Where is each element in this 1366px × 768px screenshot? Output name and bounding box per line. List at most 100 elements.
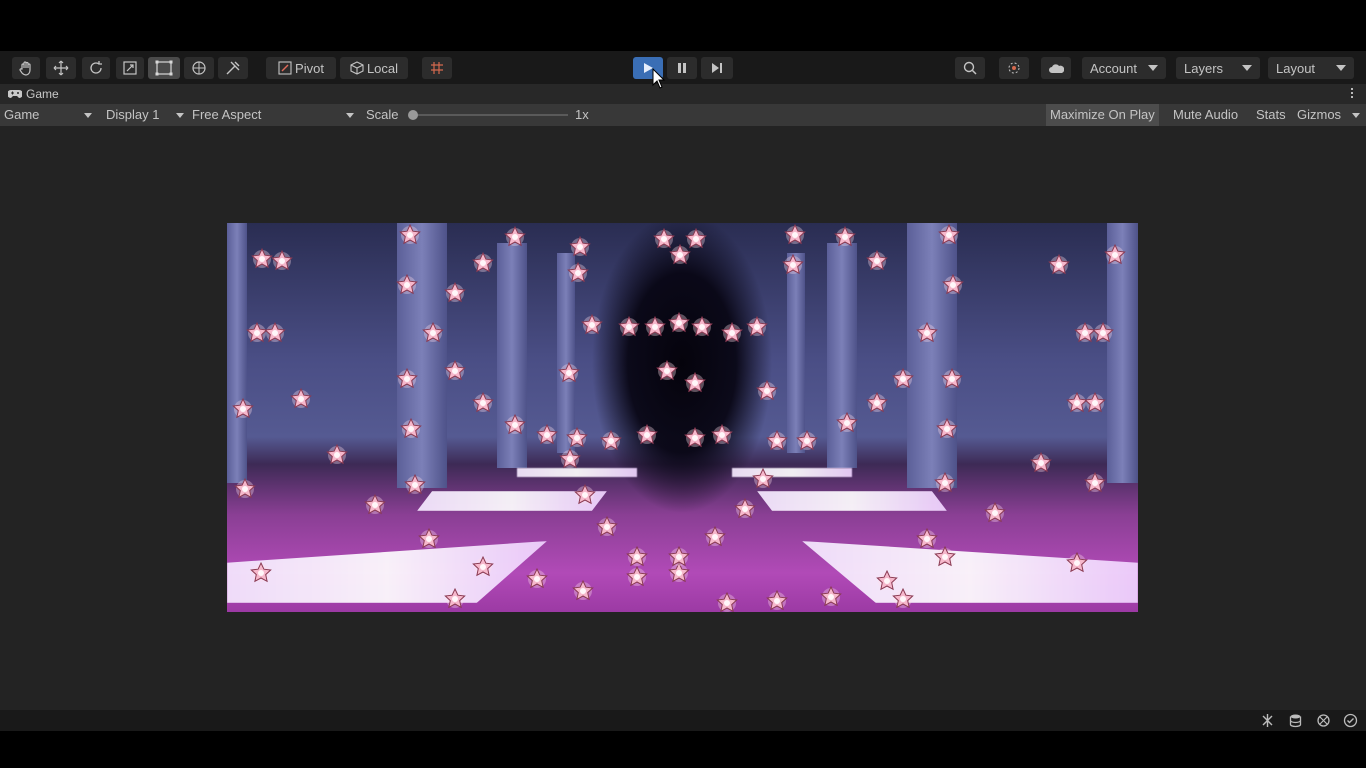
search-icon: [963, 61, 977, 75]
rect-tool-button[interactable]: [148, 57, 180, 79]
scale-label: Scale: [366, 107, 399, 122]
star-particle-icon: [1048, 253, 1070, 275]
layout-label: Layout: [1276, 60, 1316, 76]
star-particle-icon: [796, 429, 818, 451]
star-particle-icon: [766, 589, 788, 611]
star-particle-icon: [596, 515, 618, 537]
star-particle-icon: [938, 223, 960, 245]
layers-label: Layers: [1184, 60, 1224, 76]
star-particle-icon: [234, 477, 256, 499]
view-mode-dropdown[interactable]: Game: [4, 104, 96, 126]
star-particle-icon: [756, 379, 778, 401]
game-view-controls: Game Display 1 Free Aspect Scale 1x Maxi…: [0, 104, 1366, 126]
grid-snap-button[interactable]: [422, 57, 452, 79]
step-forward-icon: [712, 63, 722, 73]
scene-pillar: [397, 223, 447, 488]
check-circle-icon[interactable]: [1343, 713, 1358, 728]
star-particle-icon: [752, 467, 774, 489]
tab-menu-icon[interactable]: [1351, 87, 1354, 100]
star-particle-icon: [600, 429, 622, 451]
mute-audio-toggle[interactable]: Mute Audio: [1169, 104, 1242, 126]
star-particle-icon: [734, 497, 756, 519]
gamepad-icon: [8, 90, 22, 98]
star-particle-icon: [559, 447, 581, 469]
collab-button[interactable]: [999, 57, 1029, 79]
pivot-toggle[interactable]: Pivot: [266, 57, 336, 79]
game-tab-bar: Game: [0, 84, 1366, 104]
layout-dropdown[interactable]: Layout: [1268, 57, 1354, 79]
star-particle-icon: [418, 527, 440, 549]
local-cube-icon: [350, 61, 364, 75]
floor-light-pad: [227, 541, 547, 603]
star-particle-icon: [782, 253, 804, 275]
local-toggle[interactable]: Local: [340, 57, 408, 79]
pause-icon: [678, 63, 686, 73]
star-particle-icon: [866, 391, 888, 413]
star-particle-icon: [444, 587, 466, 609]
star-particle-icon: [536, 423, 558, 445]
tab-game-label: Game: [26, 87, 59, 101]
rect-transform-icon: [155, 60, 173, 76]
gizmos-toggle[interactable]: Gizmos: [1293, 104, 1345, 126]
aspect-dropdown[interactable]: Free Aspect: [192, 104, 356, 126]
star-particle-icon: [668, 545, 690, 567]
star-particle-icon: [618, 315, 640, 337]
scale-icon: [123, 61, 137, 75]
star-particle-icon: [504, 413, 526, 435]
star-particle-icon: [721, 321, 743, 343]
star-particle-icon: [400, 417, 422, 439]
maximize-on-play-toggle[interactable]: Maximize On Play: [1046, 104, 1159, 126]
scale-slider-handle[interactable]: [408, 110, 418, 120]
status-bar: [0, 710, 1366, 731]
star-particle-icon: [444, 281, 466, 303]
star-particle-icon: [941, 367, 963, 389]
star-particle-icon: [404, 473, 426, 495]
star-particle-icon: [472, 555, 494, 577]
star-particle-icon: [746, 315, 768, 337]
star-particle-icon: [916, 321, 938, 343]
star-particle-icon: [711, 423, 733, 445]
move-tool-button[interactable]: [46, 57, 76, 79]
aspect-label: Free Aspect: [192, 107, 262, 122]
game-render-view[interactable]: [227, 223, 1138, 612]
scale-tool-button[interactable]: [116, 57, 144, 79]
tab-game[interactable]: Game: [8, 87, 59, 101]
cloud-button[interactable]: [1041, 57, 1071, 79]
step-button[interactable]: [701, 57, 733, 79]
hand-icon: [19, 61, 31, 76]
star-particle-icon: [866, 249, 888, 271]
pause-button[interactable]: [667, 57, 697, 79]
layers-dropdown[interactable]: Layers: [1176, 57, 1260, 79]
star-particle-icon: [558, 361, 580, 383]
transform-tool-button[interactable]: [184, 57, 214, 79]
gizmos-chevron-icon[interactable]: [1352, 113, 1360, 118]
collab-icon: [1008, 62, 1020, 74]
star-particle-icon: [574, 483, 596, 505]
account-dropdown[interactable]: Account: [1082, 57, 1166, 79]
star-particle-icon: [1030, 451, 1052, 473]
display-dropdown[interactable]: Display 1: [106, 104, 188, 126]
scene-pillar: [787, 253, 805, 453]
hand-tool-button[interactable]: [12, 57, 40, 79]
star-particle-icon: [396, 367, 418, 389]
search-button[interactable]: [955, 57, 985, 79]
star-particle-icon: [684, 426, 706, 448]
star-particle-icon: [444, 359, 466, 381]
stats-toggle[interactable]: Stats: [1252, 104, 1290, 126]
scene-pillar: [907, 223, 957, 488]
star-particle-icon: [936, 417, 958, 439]
scale-slider-track[interactable]: [412, 114, 568, 116]
chevron-down-icon: [84, 113, 92, 118]
star-particle-icon: [472, 391, 494, 413]
database-icon[interactable]: [1288, 713, 1303, 728]
debug-icon[interactable]: [1260, 713, 1275, 728]
star-particle-icon: [942, 273, 964, 295]
display-label: Display 1: [106, 107, 160, 122]
account-label: Account: [1090, 60, 1137, 76]
floor-light-pad: [732, 468, 852, 477]
rotate-tool-button[interactable]: [82, 57, 110, 79]
local-label: Local: [366, 60, 399, 76]
custom-tool-button[interactable]: [218, 57, 248, 79]
star-particle-icon: [892, 587, 914, 609]
network-icon[interactable]: [1316, 713, 1331, 728]
